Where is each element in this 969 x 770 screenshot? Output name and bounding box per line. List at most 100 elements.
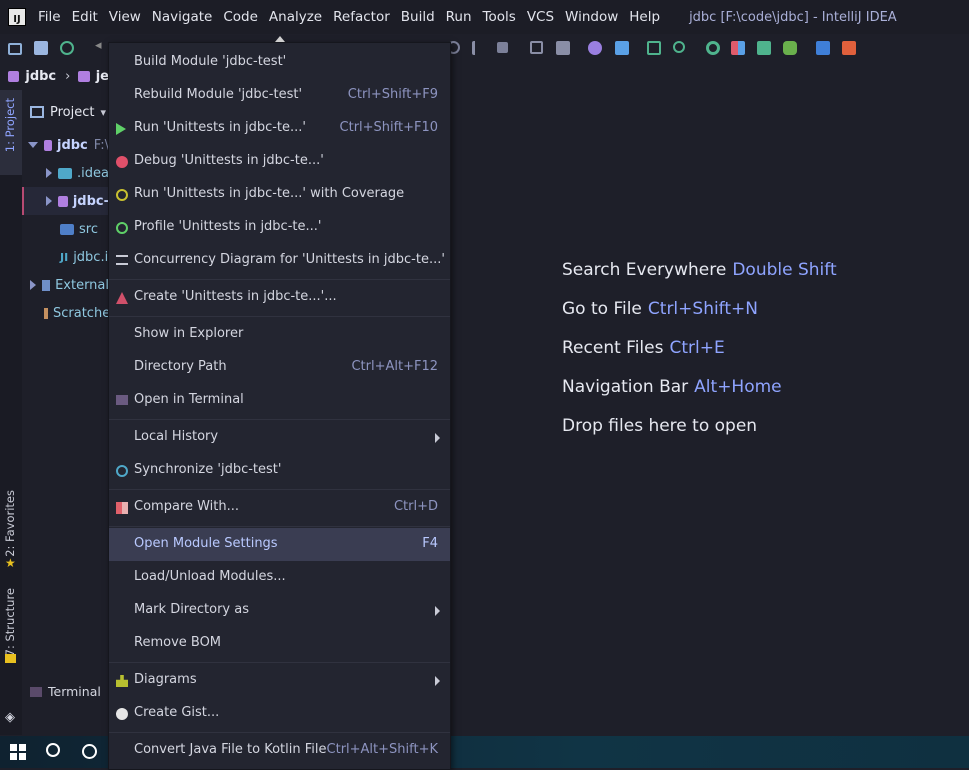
menu-item-rebuild-module[interactable]: Rebuild Module 'jdbc-test' Ctrl+Shift+F9 <box>109 79 450 112</box>
menu-item-create-config[interactable]: Create 'Unittests in jdbc-te...'... <box>109 281 450 314</box>
menu-item-compare-with[interactable]: Compare With... Ctrl+D <box>109 491 450 524</box>
menu-file[interactable]: File <box>38 9 61 25</box>
run-list-icon[interactable] <box>472 41 485 55</box>
menu-item-show-in-explorer[interactable]: Show in Explorer <box>109 318 450 351</box>
menu-item-run[interactable]: Run 'Unittests in jdbc-te...' Ctrl+Shift… <box>109 112 450 145</box>
settings-gear-icon[interactable] <box>588 41 602 55</box>
menu-item-build-module[interactable]: Build Module 'jdbc-test' <box>109 46 450 79</box>
tree-row-jdbc-iml[interactable]: JI jdbc.i <box>22 243 109 271</box>
menu-item-load-unload-modules[interactable]: Load/Unload Modules... <box>109 561 450 594</box>
menu-separator <box>109 316 450 317</box>
breadcrumb-root[interactable]: jdbc <box>25 69 56 84</box>
tree-row-idea[interactable]: .idea <box>22 159 109 187</box>
plugins-icon[interactable] <box>783 41 797 55</box>
tree-row-src[interactable]: src <box>22 215 109 243</box>
menu-item-coverage[interactable]: Run 'Unittests in jdbc-te...' with Cover… <box>109 178 450 211</box>
translate-alt-icon[interactable] <box>842 41 856 55</box>
menu-item-diagrams[interactable]: Diagrams <box>109 664 450 697</box>
database-icon[interactable] <box>757 41 771 55</box>
open-folder-icon[interactable] <box>8 43 22 55</box>
diagrams-icon <box>116 675 128 687</box>
context-menu: Build Module 'jdbc-test' Rebuild Module … <box>108 36 451 770</box>
search-icon[interactable] <box>673 41 685 53</box>
save-icon[interactable] <box>34 41 48 55</box>
expand-arrow-icon[interactable] <box>46 168 52 178</box>
menu-item-label: Local History <box>134 429 219 444</box>
menu-item-open-in-terminal[interactable]: Open in Terminal <box>109 384 450 417</box>
chevron-down-icon[interactable]: ▾ <box>100 106 106 119</box>
iml-file-icon: JI <box>60 250 69 264</box>
taskbar-search-icon[interactable] <box>46 743 60 757</box>
menu-build[interactable]: Build <box>401 9 435 25</box>
menu-item-directory-path[interactable]: Directory Path Ctrl+Alt+F12 <box>109 351 450 384</box>
folder-icon <box>78 70 90 82</box>
source-folder-icon <box>60 223 74 235</box>
coverage-icon <box>116 189 128 201</box>
terminal-icon <box>116 395 128 405</box>
menu-window[interactable]: Window <box>565 9 618 25</box>
layers-icon[interactable]: ◈ <box>5 710 15 725</box>
library-icon <box>42 279 51 291</box>
palette-icon[interactable] <box>731 41 745 55</box>
expand-arrow-icon[interactable] <box>28 142 38 148</box>
menu-help[interactable]: Help <box>629 9 660 25</box>
menu-item-label: Profile 'Unittests in jdbc-te...' <box>134 219 322 234</box>
expand-arrow-icon[interactable] <box>46 196 52 206</box>
menu-view[interactable]: View <box>109 9 141 25</box>
terminal-tool-tab[interactable]: Terminal <box>30 684 101 699</box>
expand-arrow-icon[interactable] <box>30 280 36 290</box>
menu-item-convert-to-kotlin[interactable]: Convert Java File to Kotlin File Ctrl+Al… <box>109 734 450 767</box>
menu-item-remove-bom[interactable]: Remove BOM <box>109 627 450 660</box>
menu-tools[interactable]: Tools <box>483 9 516 25</box>
menu-code[interactable]: Code <box>223 9 258 25</box>
menu-item-mark-directory-as[interactable]: Mark Directory as <box>109 594 450 627</box>
project-view-title[interactable]: Project <box>50 105 94 120</box>
tree-row-jdbc-test[interactable]: jdbc- <box>22 187 109 215</box>
menu-item-create-gist[interactable]: Create Gist... <box>109 697 450 730</box>
menu-item-profile[interactable]: Profile 'Unittests in jdbc-te...' <box>109 211 450 244</box>
menu-navigate[interactable]: Navigate <box>152 9 213 25</box>
menu-item-debug[interactable]: Debug 'Unittests in jdbc-te...' <box>109 145 450 178</box>
menu-item-shortcut: Ctrl+Shift+F9 <box>347 87 438 102</box>
menu-item-label: Concurrency Diagram for 'Unittests in jd… <box>134 252 445 267</box>
tree-label: Scratche <box>53 305 109 321</box>
back-icon[interactable]: ◂ <box>95 38 109 53</box>
tree-row-scratches[interactable]: Scratche <box>22 299 109 327</box>
module-folder-icon <box>58 195 68 207</box>
windows-start-icon[interactable] <box>10 744 26 760</box>
menu-item-label: Convert Java File to Kotlin File <box>134 742 327 757</box>
hint-navigation-bar: Navigation Bar Alt+Home <box>562 377 782 397</box>
folder-icon <box>8 70 20 82</box>
menu-item-synchronize[interactable]: Synchronize 'jdbc-test' <box>109 454 450 487</box>
menu-run[interactable]: Run <box>446 9 472 25</box>
stop-icon[interactable] <box>497 42 508 53</box>
tab-project[interactable]: 1: Project <box>3 98 17 152</box>
menu-item-open-module-settings[interactable]: Open Module Settings F4 <box>109 528 450 561</box>
tree-row-jdbc[interactable]: jdbc F:\ <box>22 131 109 159</box>
window-title: jdbc [F:\code\jdbc] - IntelliJ IDEA <box>689 9 897 25</box>
project-structure-icon[interactable] <box>556 41 570 55</box>
menu-edit[interactable]: Edit <box>72 9 98 25</box>
menu-item-label: Diagrams <box>134 672 197 687</box>
coverage-icon[interactable] <box>706 41 720 55</box>
grid-icon[interactable] <box>615 41 629 55</box>
terminal-icon[interactable] <box>647 41 661 55</box>
menu-item-label: Remove BOM <box>134 635 222 650</box>
translate-icon[interactable] <box>816 41 830 55</box>
menu-separator <box>109 419 450 420</box>
menu-vcs[interactable]: VCS <box>527 9 554 25</box>
menu-item-local-history[interactable]: Local History <box>109 421 450 454</box>
tree-row-external-libraries[interactable]: External <box>22 271 109 299</box>
menu-refactor[interactable]: Refactor <box>333 9 390 25</box>
build-artifacts-icon[interactable] <box>530 41 543 54</box>
menu-separator <box>109 489 450 490</box>
menu-item-concurrency-diagram[interactable]: Concurrency Diagram for 'Unittests in jd… <box>109 244 450 277</box>
menu-item-label: Rebuild Module 'jdbc-test' <box>134 87 303 102</box>
menu-analyze[interactable]: Analyze <box>269 9 322 25</box>
sync-icon[interactable] <box>60 41 74 55</box>
cortana-icon[interactable] <box>82 744 97 759</box>
submenu-arrow-icon <box>435 433 440 443</box>
breadcrumb-item[interactable]: je <box>96 69 109 84</box>
tab-structure[interactable]: 7: Structure <box>3 588 17 656</box>
tab-favorites[interactable]: 2: Favorites <box>3 490 17 557</box>
